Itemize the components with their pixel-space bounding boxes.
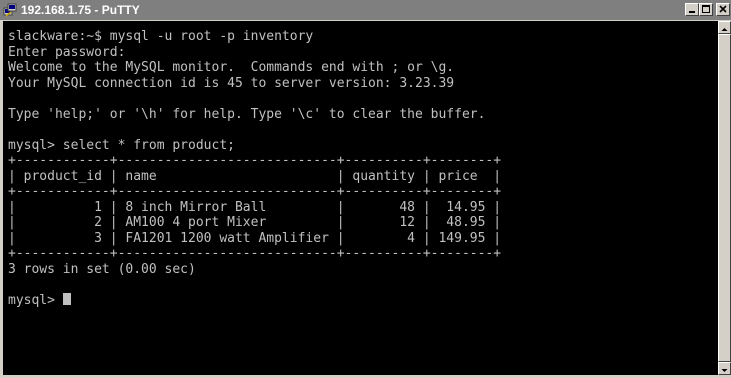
putty-app-icon[interactable] (3, 3, 17, 17)
table-border: +------------+--------------------------… (8, 153, 502, 168)
terminal-screen[interactable]: slackware:~$ mysql -u root -p inventory … (3, 21, 718, 375)
mysql-prompt: mysql> (8, 292, 63, 308)
terminal-line: Welcome to the MySQL monitor. Commands e… (8, 60, 455, 75)
maximize-button[interactable] (699, 3, 713, 16)
minimize-button[interactable] (685, 3, 699, 16)
close-button[interactable] (716, 3, 730, 16)
table-row: | 3 | FA1201 1200 watt Amplifier | 4 | 1… (8, 230, 502, 246)
window-title: 192.168.1.75 - PuTTY (21, 3, 140, 17)
maximize-icon (702, 5, 710, 13)
terminal-line: mysql> select * from product; (8, 137, 235, 153)
putty-window: 192.168.1.75 - PuTTY slackware:~$ mysql … (0, 0, 731, 378)
table-header-row: | product_id | name | quantity | price | (8, 168, 502, 184)
table-border: +------------+--------------------------… (8, 184, 502, 199)
prompt-line[interactable]: mysql> (8, 292, 718, 309)
result-summary: 3 rows in set (0.00 sec) (8, 261, 196, 277)
scrollbar-thumb[interactable] (718, 34, 731, 362)
vertical-scrollbar[interactable] (718, 21, 731, 375)
scroll-down-button[interactable] (718, 362, 731, 375)
table-row: | 2 | AM100 4 port Mixer | 12 | 48.95 | (8, 215, 502, 230)
text-cursor (62, 292, 71, 305)
close-icon (719, 5, 727, 13)
scroll-up-button[interactable] (718, 21, 731, 34)
terminal-line: Type 'help;' or '\h' for help. Type '\c'… (8, 106, 486, 122)
terminal-line: slackware:~$ mysql -u root -p inventory (8, 29, 314, 44)
title-bar[interactable]: 192.168.1.75 - PuTTY (0, 0, 731, 20)
terminal-line: Your MySQL connection id is 45 to server… (8, 75, 455, 91)
arrow-down-icon (721, 369, 728, 372)
table-row: | 1 | 8 inch Mirror Ball | 48 | 14.95 | (8, 199, 502, 215)
table-border: +------------+--------------------------… (8, 246, 502, 261)
minimize-icon (689, 11, 695, 13)
terminal-line: Enter password: (8, 44, 126, 60)
